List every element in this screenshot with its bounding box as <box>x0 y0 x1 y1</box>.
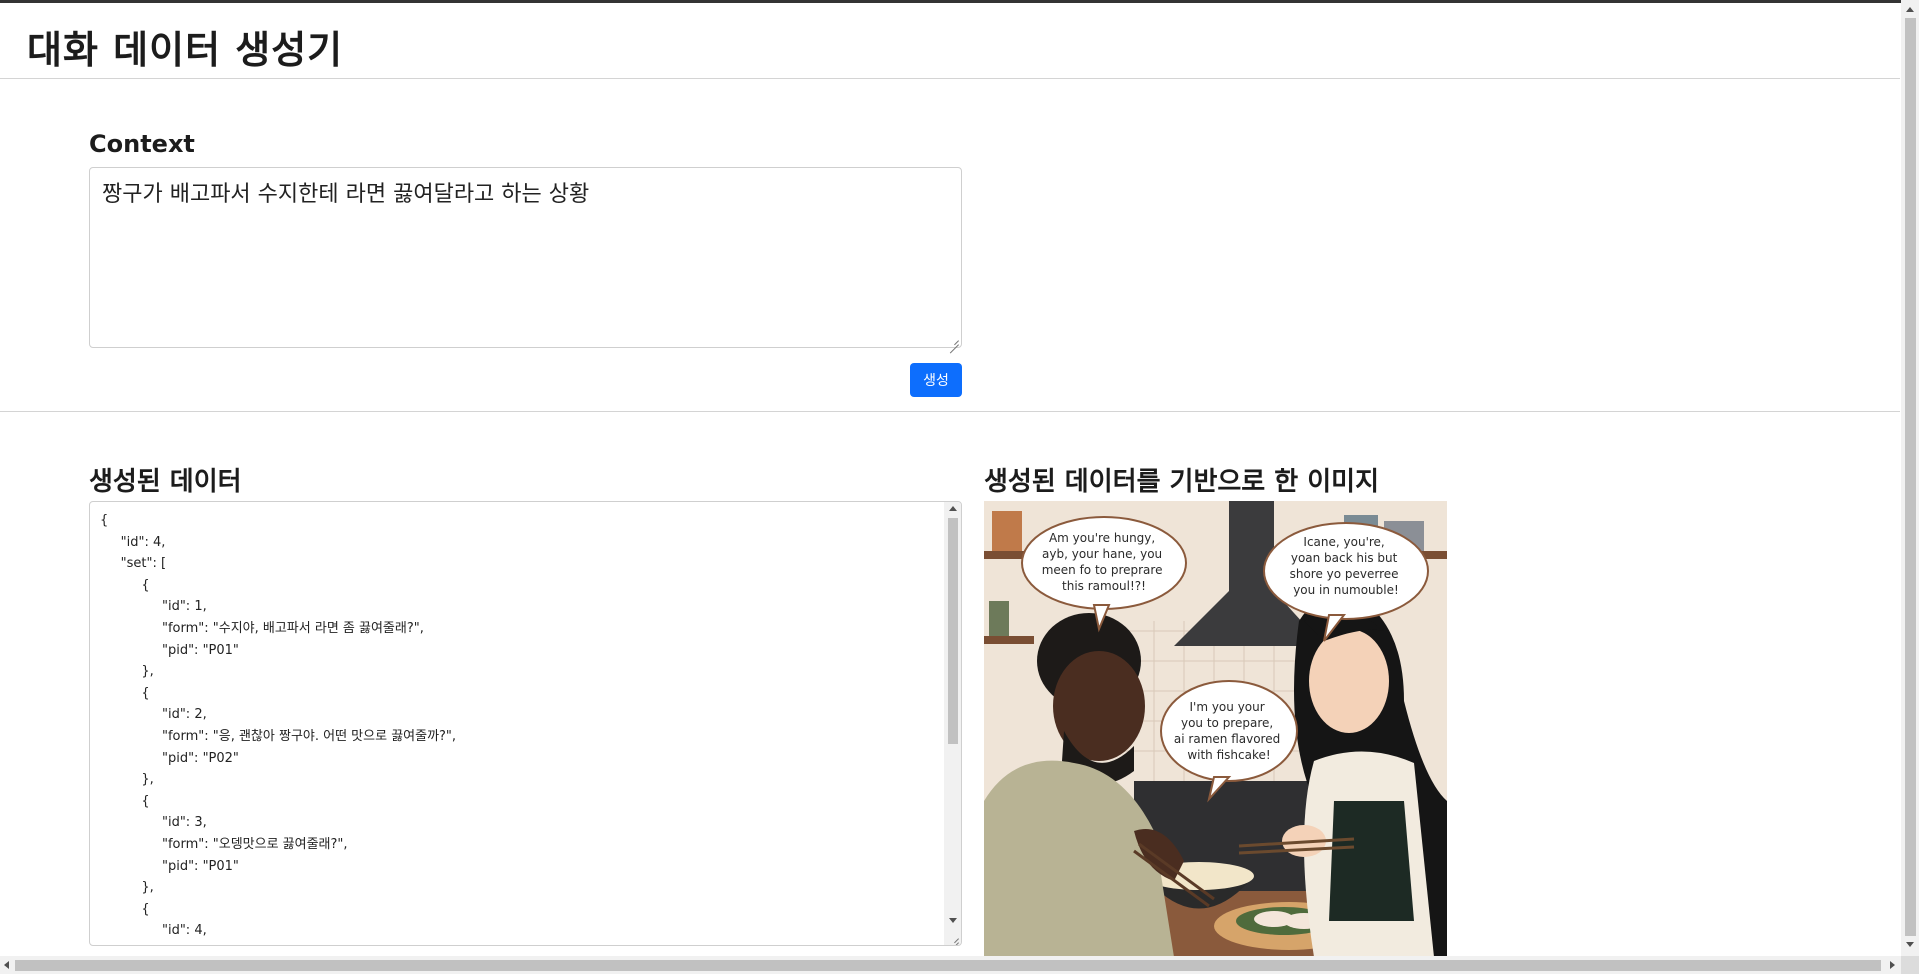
generated-data-label: 생성된 데이터 <box>89 467 242 497</box>
page-horizontal-scroll-thumb[interactable] <box>15 960 1881 971</box>
page-vertical-scroll-thumb[interactable] <box>1905 18 1916 936</box>
generate-button[interactable]: 생성 <box>910 363 962 397</box>
generated-image: Am you're hungy, ayb, your hane, you mee… <box>984 501 1447 957</box>
page-header: 대화 데이터 생성기 <box>0 3 1900 79</box>
generated-data-textarea[interactable]: { "id": 4, "set": [ { "id": 1, "form": "… <box>89 501 962 946</box>
section-divider <box>0 411 1900 412</box>
generated-image-label: 생성된 데이터를 기반으로 한 이미지 <box>984 467 1380 497</box>
page-title: 대화 데이터 생성기 <box>27 28 344 72</box>
scroll-down-arrow-icon[interactable] <box>949 918 957 923</box>
scroll-left-arrow-icon[interactable] <box>4 961 9 969</box>
page-vertical-scrollbar[interactable] <box>1901 0 1919 956</box>
textarea-resize-handle[interactable] <box>950 336 959 345</box>
scrollbar-corner <box>1901 956 1919 974</box>
context-label: Context <box>89 130 195 158</box>
scroll-down-arrow-icon[interactable] <box>1906 942 1914 947</box>
textarea-resize-handle[interactable] <box>950 934 959 943</box>
json-scrollbar[interactable] <box>944 502 961 945</box>
generated-json-text: { "id": 4, "set": [ { "id": 1, "form": "… <box>100 513 457 939</box>
scroll-up-arrow-icon[interactable] <box>949 506 957 511</box>
json-scroll-thumb[interactable] <box>948 518 958 744</box>
context-text: 짱구가 배고파서 수지한테 라면 끓여달라고 하는 상황 <box>102 182 590 207</box>
page-horizontal-scrollbar[interactable] <box>0 956 1901 974</box>
context-textarea[interactable]: 짱구가 배고파서 수지한테 라면 끓여달라고 하는 상황 <box>89 167 962 348</box>
scroll-right-arrow-icon[interactable] <box>1890 961 1895 969</box>
scroll-up-arrow-icon[interactable] <box>1906 7 1914 12</box>
